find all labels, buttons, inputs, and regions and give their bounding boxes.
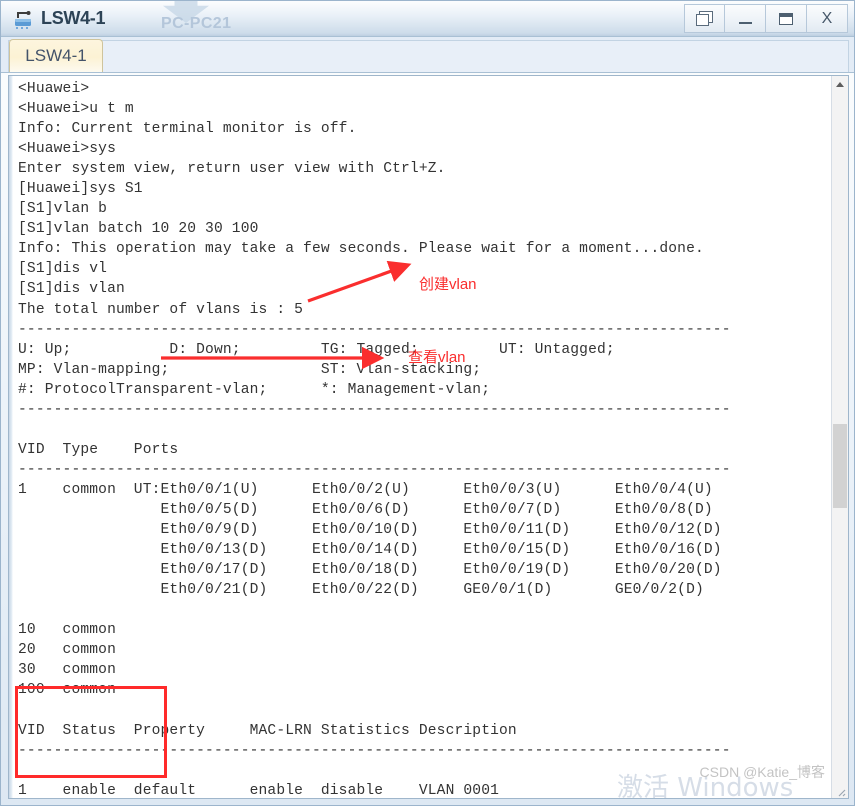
terminal-line: ----------------------------------------… xyxy=(18,461,731,478)
pc-pc21-watermark: PC-PC21 xyxy=(151,1,351,39)
terminal-line: ----------------------------------------… xyxy=(18,742,731,759)
window-controls: X xyxy=(684,4,848,33)
terminal-line: <Huawei>u t m xyxy=(18,101,134,118)
terminal-line: [S1]vlan b xyxy=(18,201,108,218)
terminal-line: [S1]vlan batch 10 20 30 100 xyxy=(18,221,259,238)
terminal-panel: <Huawei> <Huawei>u t m Info: Current termi… xyxy=(8,75,849,799)
terminal-line: Info: Current terminal monitor is off. xyxy=(18,121,357,138)
terminal-line: Eth0/0/13(D) Eth0/0/14(D) Eth0/0/15(D) E… xyxy=(18,542,722,559)
close-icon: X xyxy=(821,9,833,27)
terminal-line: Eth0/0/21(D) Eth0/0/22(D) GE0/0/1(D) GE0… xyxy=(18,582,704,599)
terminal-line: Info: This operation may take a few seco… xyxy=(18,241,704,258)
terminal-output[interactable]: <Huawei> <Huawei>u t m Info: Current termi… xyxy=(9,76,831,798)
terminal-line: VID Status Property MAC-LRN Statistics D… xyxy=(18,722,517,739)
window-title-bar: PC-PC21 LSW4-1 X xyxy=(1,1,854,39)
terminal-text: <Huawei> <Huawei>u t m Info: Current termi… xyxy=(18,79,830,798)
terminal-line: 30 common xyxy=(18,662,116,679)
switch-icon xyxy=(13,8,35,30)
maximize-button[interactable] xyxy=(766,4,807,33)
vertical-scrollbar[interactable] xyxy=(831,76,848,798)
down-arrow-watermark-icon xyxy=(163,1,209,23)
maximize-icon xyxy=(779,12,793,25)
cascade-icon xyxy=(696,10,713,27)
create-vlan-label: 创建vlan xyxy=(419,276,477,293)
view-vlan-label: 查看vlan xyxy=(408,349,466,366)
terminal-line: 1 common UT:Eth0/0/1(U) Eth0/0/2(U) Eth0… xyxy=(18,481,713,498)
restore-button[interactable] xyxy=(684,4,725,33)
terminal-line: The total number of vlans is : 5 xyxy=(18,301,304,318)
terminal-line: 1 enable default enable disable VLAN 000… xyxy=(18,782,500,798)
minimize-button[interactable] xyxy=(725,4,766,33)
tab-label: LSW4-1 xyxy=(25,46,87,65)
terminal-line: [Huawei]sys S1 xyxy=(18,181,143,198)
tab-lsw4-1[interactable]: LSW4-1 xyxy=(9,39,103,72)
tab-strip: LSW4-1 xyxy=(1,37,854,73)
terminal-line: #: ProtocolTransparent-vlan; *: Manageme… xyxy=(18,381,491,398)
minimize-icon xyxy=(738,21,752,24)
terminal-line: Eth0/0/5(D) Eth0/0/6(D) Eth0/0/7(D) Eth0… xyxy=(18,501,713,518)
terminal-line: 10 common xyxy=(18,622,116,639)
terminal-line: ----------------------------------------… xyxy=(18,401,731,418)
tab-strip-background xyxy=(8,40,849,72)
terminal-left-edge xyxy=(9,76,13,798)
chevron-up-icon xyxy=(836,82,844,87)
scrollbar-thumb[interactable] xyxy=(833,424,847,508)
close-button[interactable]: X xyxy=(807,4,848,33)
terminal-line: VID Type Ports xyxy=(18,441,179,458)
pc-pc21-watermark-label: PC-PC21 xyxy=(161,15,232,32)
terminal-line: Eth0/0/9(D) Eth0/0/10(D) Eth0/0/11(D) Et… xyxy=(18,522,722,539)
terminal-line: <Huawei>sys xyxy=(18,141,116,158)
window-title-label: LSW4-1 xyxy=(41,8,106,28)
terminal-line: Eth0/0/17(D) Eth0/0/18(D) Eth0/0/19(D) E… xyxy=(18,562,722,579)
terminal-line: 100 common xyxy=(18,682,116,699)
terminal-line: Enter system view, return user view with… xyxy=(18,161,446,178)
terminal-line: <Huawei> xyxy=(18,81,90,97)
terminal-line: ----------------------------------------… xyxy=(18,321,731,338)
terminal-window: PC-PC21 LSW4-1 X LSW4-1 <Huawei> <Huawei… xyxy=(0,0,855,806)
terminal-line: 20 common xyxy=(18,642,116,659)
scroll-up-button[interactable] xyxy=(832,76,848,93)
